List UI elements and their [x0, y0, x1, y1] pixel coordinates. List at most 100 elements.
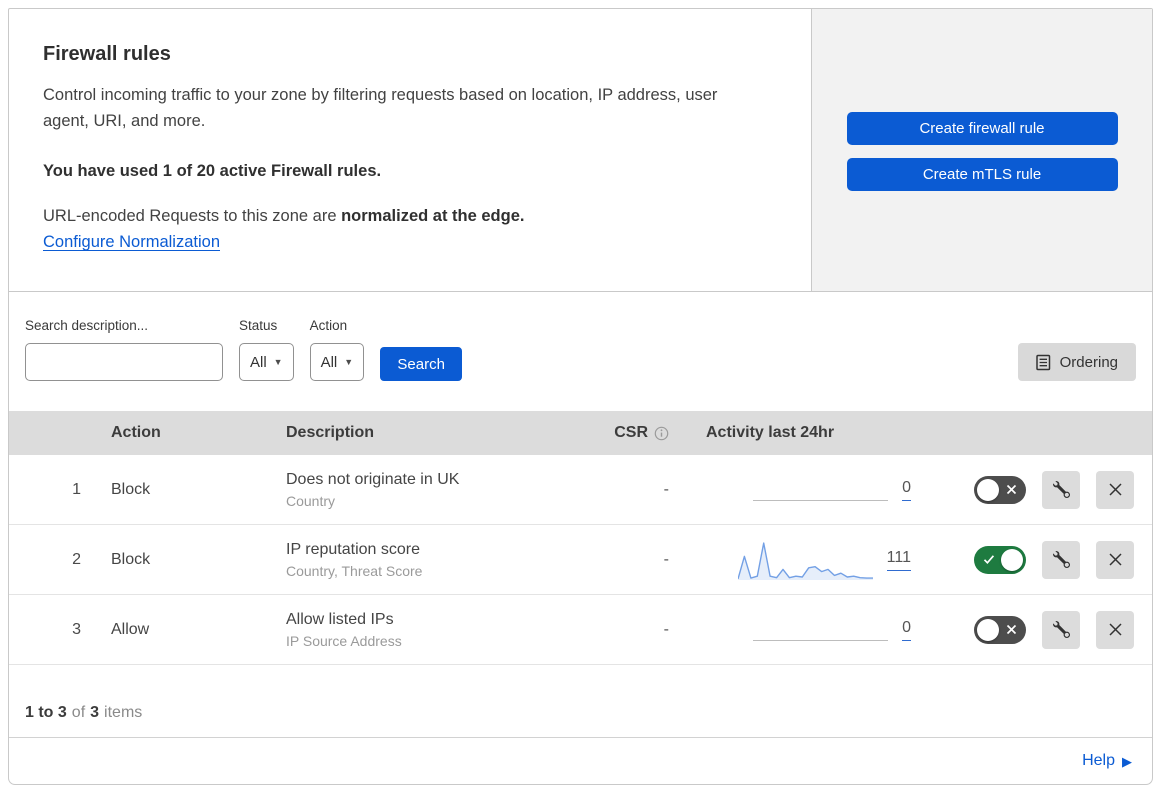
- chevron-down-icon: ▼: [344, 357, 354, 367]
- search-box: [25, 343, 244, 381]
- table-row: 1 Block Does not originate in UK Country…: [9, 455, 1152, 525]
- rule-activity-cell: 0: [669, 611, 919, 648]
- normalization-note-bold: normalized at the edge.: [341, 207, 525, 225]
- pagination-of: of: [71, 704, 86, 721]
- rule-description-cell: Does not originate in UK Country: [286, 471, 576, 509]
- description-column-header: Description: [286, 424, 375, 441]
- rule-activity-cell: 0: [669, 471, 919, 508]
- close-icon: [1108, 623, 1122, 636]
- rule-enabled-toggle[interactable]: [974, 615, 1026, 644]
- activity-count-link[interactable]: 111: [886, 549, 911, 571]
- rule-priority: 1: [72, 480, 81, 498]
- rule-enabled-toggle[interactable]: [974, 475, 1026, 504]
- delete-rule-button[interactable]: [1096, 540, 1134, 579]
- normalization-note: URL-encoded Requests to this zone are no…: [43, 207, 771, 226]
- rule-controls: [919, 540, 1152, 579]
- rule-description[interactable]: Does not originate in UK: [286, 471, 576, 489]
- toggle-on-check-icon: [983, 554, 995, 564]
- rule-priority: 2: [72, 550, 81, 568]
- help-link-label: Help: [1082, 752, 1115, 769]
- configure-normalization-link[interactable]: Configure Normalization: [43, 233, 220, 252]
- activity-count-link[interactable]: 0: [902, 479, 911, 501]
- edit-rule-button[interactable]: [1042, 540, 1080, 579]
- table-header: Action Description CSR Activity last 24h…: [9, 411, 1152, 455]
- ordering-button[interactable]: Ordering: [1017, 343, 1136, 381]
- normalization-note-text: URL-encoded Requests to this zone are: [43, 207, 342, 225]
- rule-csr-value: -: [663, 480, 669, 498]
- action-filter-group: Action All ▼: [309, 318, 365, 381]
- table-row: 3 Allow Allow listed IPs IP Source Addre…: [9, 595, 1152, 665]
- create-firewall-rule-button[interactable]: Create firewall rule: [846, 112, 1118, 145]
- rule-description[interactable]: Allow listed IPs: [286, 611, 576, 629]
- close-icon: [1108, 483, 1122, 496]
- wrench-icon: [1052, 551, 1070, 568]
- activity-sparkline: [753, 471, 889, 501]
- wrench-icon: [1052, 481, 1070, 498]
- search-input[interactable]: [45, 344, 244, 380]
- arrow-right-icon: ▶: [1122, 753, 1132, 769]
- filter-bar: Search description... Status All ▼ Actio…: [9, 292, 1152, 411]
- rule-priority: 3: [72, 620, 81, 638]
- overview-text-panel: Firewall rules Control incoming traffic …: [9, 9, 812, 291]
- rule-enabled-toggle[interactable]: [974, 545, 1026, 574]
- rule-fields: Country, Threat Score: [286, 562, 423, 579]
- ordering-button-label: Ordering: [1059, 353, 1118, 371]
- action-label: Action: [309, 318, 348, 333]
- firewall-rules-page: Firewall rules Control incoming traffic …: [0, 0, 1161, 791]
- rules-list-card: Search description... Status All ▼ Actio…: [8, 292, 1153, 785]
- action-column-header: Action: [111, 424, 161, 441]
- toggle-knob: [977, 618, 999, 641]
- table-row: 2 Block IP reputation score Country, Thr…: [9, 525, 1152, 595]
- rule-action: Block: [111, 480, 151, 498]
- edit-rule-button[interactable]: [1042, 610, 1080, 649]
- page-description: Control incoming traffic to your zone by…: [43, 86, 718, 130]
- pagination-summary: 1 to 3 of 3 items: [9, 665, 1152, 737]
- toggle-off-x-icon: [1006, 484, 1017, 494]
- rule-action: Block: [111, 550, 151, 568]
- action-dropdown-value: All: [320, 353, 338, 371]
- usage-summary: You have used 1 of 20 active Firewall ru…: [43, 162, 382, 180]
- rule-csr-value: -: [663, 550, 669, 568]
- csr-column-header: CSR: [576, 424, 669, 442]
- activity-sparkline: [753, 611, 889, 641]
- help-bar: Help ▶: [9, 737, 1152, 784]
- actions-panel: Create firewall rule Create mTLS rule: [812, 9, 1152, 291]
- action-dropdown[interactable]: All ▼: [309, 343, 365, 381]
- toggle-knob: [1001, 548, 1023, 571]
- rule-csr-value: -: [663, 620, 669, 638]
- help-link[interactable]: Help ▶: [1082, 752, 1132, 770]
- ordering-list-icon: [1035, 354, 1050, 370]
- toggle-knob: [977, 478, 999, 501]
- toggle-off-x-icon: [1006, 624, 1017, 634]
- rule-description-cell: Allow listed IPs IP Source Address: [286, 611, 576, 649]
- search-group: Search description...: [25, 318, 244, 381]
- delete-rule-button[interactable]: [1096, 470, 1134, 509]
- status-dropdown[interactable]: All ▼: [239, 343, 294, 381]
- search-button[interactable]: Search: [380, 347, 463, 381]
- status-filter-group: Status All ▼: [239, 318, 294, 381]
- rule-description-cell: IP reputation score Country, Threat Scor…: [286, 541, 576, 579]
- wrench-icon: [1052, 621, 1070, 638]
- rule-fields: IP Source Address: [286, 632, 402, 649]
- page-title: Firewall rules: [43, 43, 171, 65]
- rule-controls: [919, 470, 1152, 509]
- search-label: Search description...: [25, 318, 149, 333]
- rule-action: Allow: [111, 620, 150, 638]
- pagination-range: 1 to 3: [25, 704, 67, 721]
- status-dropdown-value: All: [250, 353, 267, 371]
- pagination-items: items: [104, 704, 143, 721]
- create-mtls-rule-button[interactable]: Create mTLS rule: [846, 158, 1118, 191]
- chevron-down-icon: ▼: [273, 357, 283, 367]
- activity-count-link[interactable]: 0: [902, 619, 911, 641]
- rule-description[interactable]: IP reputation score: [286, 541, 576, 559]
- edit-rule-button[interactable]: [1042, 470, 1080, 509]
- overview-card: Firewall rules Control incoming traffic …: [8, 8, 1153, 292]
- delete-rule-button[interactable]: [1096, 610, 1134, 649]
- csr-column-label: CSR: [614, 424, 648, 441]
- info-icon[interactable]: [654, 426, 669, 441]
- activity-column-header: Activity last 24hr: [706, 424, 835, 441]
- activity-sparkline: [737, 538, 873, 582]
- close-icon: [1108, 553, 1122, 566]
- status-label: Status: [239, 318, 278, 333]
- rule-fields: Country: [286, 492, 336, 509]
